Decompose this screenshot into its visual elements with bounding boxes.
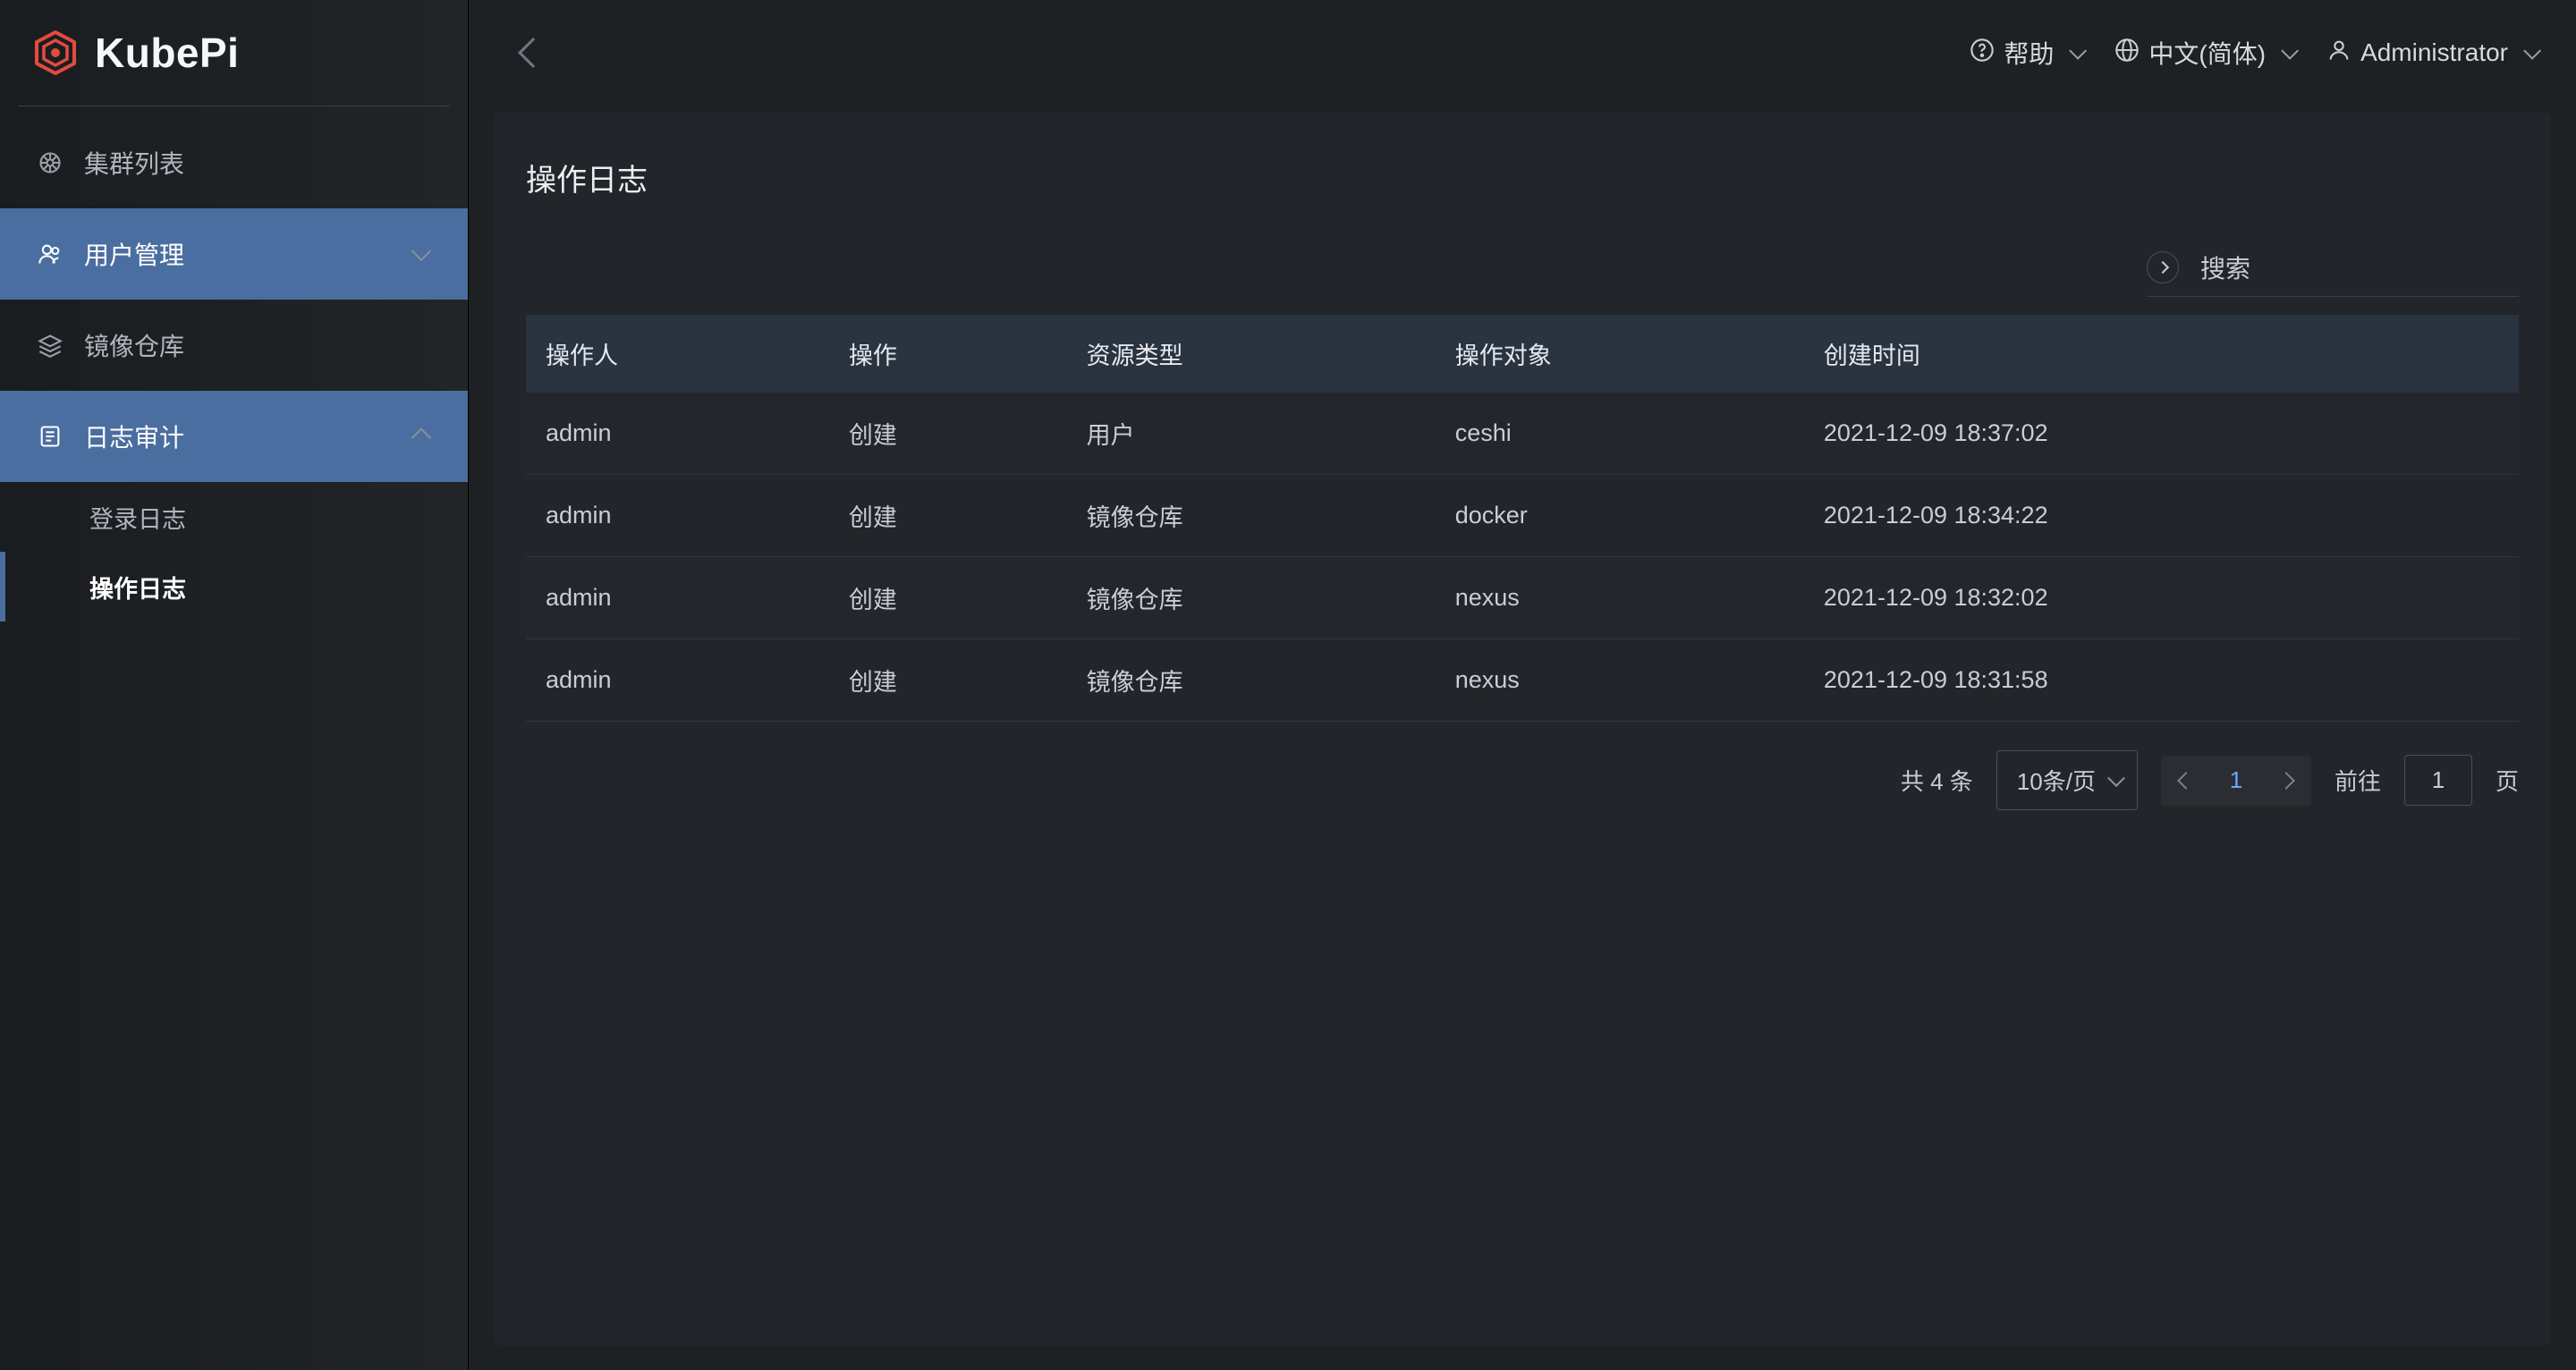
chevron-down-icon (2281, 42, 2299, 60)
cell-target: nexus (1436, 639, 1804, 722)
user-label: Administrator (2360, 38, 2508, 67)
cell-created: 2021-12-09 18:31:58 (1804, 639, 2519, 722)
help-menu[interactable]: 帮助 (1970, 35, 2082, 71)
users-icon (36, 240, 64, 268)
language-menu[interactable]: 中文(简体) (2114, 35, 2294, 71)
cell-action: 创建 (829, 393, 1067, 475)
search-expand-button[interactable] (2147, 251, 2179, 283)
cell-created: 2021-12-09 18:34:22 (1804, 475, 2519, 557)
cell-action: 创建 (829, 557, 1067, 639)
help-label: 帮助 (2004, 35, 2054, 71)
layers-icon (36, 331, 64, 359)
search-group: 搜索 (2147, 249, 2519, 297)
brand-logo-icon (32, 30, 79, 76)
page-size-label: 10条/页 (2017, 768, 2096, 795)
content: 操作日志 搜索 操作人 操作 资源类型 操作对象 创建时间 (494, 113, 2551, 1345)
pagination-total: 共 4 条 (1901, 764, 1973, 797)
page-size-select[interactable]: 10条/页 (1996, 750, 2138, 810)
sidebar-item-label: 镜像仓库 (84, 327, 184, 363)
user-icon (2326, 38, 2351, 69)
cell-resource: 镜像仓库 (1067, 557, 1436, 639)
sidebar-sub-label: 登录日志 (89, 500, 186, 535)
cell-operator: admin (526, 639, 829, 722)
cell-created: 2021-12-09 18:32:02 (1804, 557, 2519, 639)
chevron-right-icon (2277, 772, 2295, 790)
cell-action: 创建 (829, 639, 1067, 722)
col-action[interactable]: 操作 (829, 315, 1067, 393)
prev-page-button[interactable] (2161, 756, 2211, 806)
chevron-down-icon (2070, 42, 2088, 60)
col-resource[interactable]: 资源类型 (1067, 315, 1436, 393)
chevron-right-icon (2157, 261, 2169, 274)
table-row: admin 创建 镜像仓库 docker 2021-12-09 18:34:22 (526, 475, 2519, 557)
sidebar: KubePi 集群列表 (0, 0, 469, 1370)
user-menu[interactable]: Administrator (2326, 38, 2537, 69)
topbar: 帮助 中文(简体) Administrator (469, 0, 2576, 106)
brand-name: KubePi (95, 29, 239, 77)
language-label: 中文(简体) (2148, 35, 2266, 71)
log-table: 操作人 操作 资源类型 操作对象 创建时间 admin 创建 用户 ceshi … (526, 315, 2519, 722)
sidebar-item-users[interactable]: 用户管理 (0, 208, 468, 300)
cell-resource: 镜像仓库 (1067, 475, 1436, 557)
sidebar-item-clusters[interactable]: 集群列表 (0, 117, 468, 208)
back-button[interactable] (518, 38, 548, 68)
table-row: admin 创建 用户 ceshi 2021-12-09 18:37:02 (526, 393, 2519, 475)
page-title: 操作日志 (526, 156, 2519, 199)
goto-page-input[interactable] (2404, 755, 2472, 806)
goto-prefix: 前往 (2334, 764, 2381, 797)
sidebar-sub-operation-log[interactable]: 操作日志 (0, 552, 468, 622)
col-target[interactable]: 操作对象 (1436, 315, 1804, 393)
col-operator[interactable]: 操作人 (526, 315, 829, 393)
cell-operator: admin (526, 393, 829, 475)
wheel-icon (36, 148, 64, 177)
page-number[interactable]: 1 (2211, 756, 2261, 806)
globe-icon (2114, 38, 2140, 69)
sidebar-item-audit[interactable]: 日志审计 (0, 391, 468, 482)
next-page-button[interactable] (2261, 756, 2311, 806)
cell-created: 2021-12-09 18:37:02 (1804, 393, 2519, 475)
help-icon (1970, 38, 1995, 69)
main: 帮助 中文(简体) Administrator 操作日志 (469, 0, 2576, 1370)
cell-target: docker (1436, 475, 1804, 557)
cell-operator: admin (526, 557, 829, 639)
table-row: admin 创建 镜像仓库 nexus 2021-12-09 18:31:58 (526, 639, 2519, 722)
sidebar-item-label: 日志审计 (84, 419, 184, 454)
search-label: 搜索 (2200, 249, 2250, 285)
brand[interactable]: KubePi (0, 0, 468, 106)
list-icon (36, 422, 64, 451)
sidebar-item-label: 用户管理 (84, 236, 184, 272)
chevron-left-icon (2177, 772, 2195, 790)
cell-action: 创建 (829, 475, 1067, 557)
sidebar-sub-login-log[interactable]: 登录日志 (0, 482, 468, 552)
chevron-down-icon (2523, 42, 2541, 60)
cell-resource: 镜像仓库 (1067, 639, 1436, 722)
cell-resource: 用户 (1067, 393, 1436, 475)
sidebar-item-label: 集群列表 (84, 145, 184, 181)
sidebar-item-registries[interactable]: 镜像仓库 (0, 300, 468, 391)
col-created[interactable]: 创建时间 (1804, 315, 2519, 393)
cell-operator: admin (526, 475, 829, 557)
pagination: 共 4 条 10条/页 1 前往 页 (526, 750, 2519, 810)
goto-suffix: 页 (2496, 764, 2519, 797)
table-row: admin 创建 镜像仓库 nexus 2021-12-09 18:32:02 (526, 557, 2519, 639)
cell-target: nexus (1436, 557, 1804, 639)
cell-target: ceshi (1436, 393, 1804, 475)
sidebar-sub-label: 操作日志 (89, 570, 186, 605)
